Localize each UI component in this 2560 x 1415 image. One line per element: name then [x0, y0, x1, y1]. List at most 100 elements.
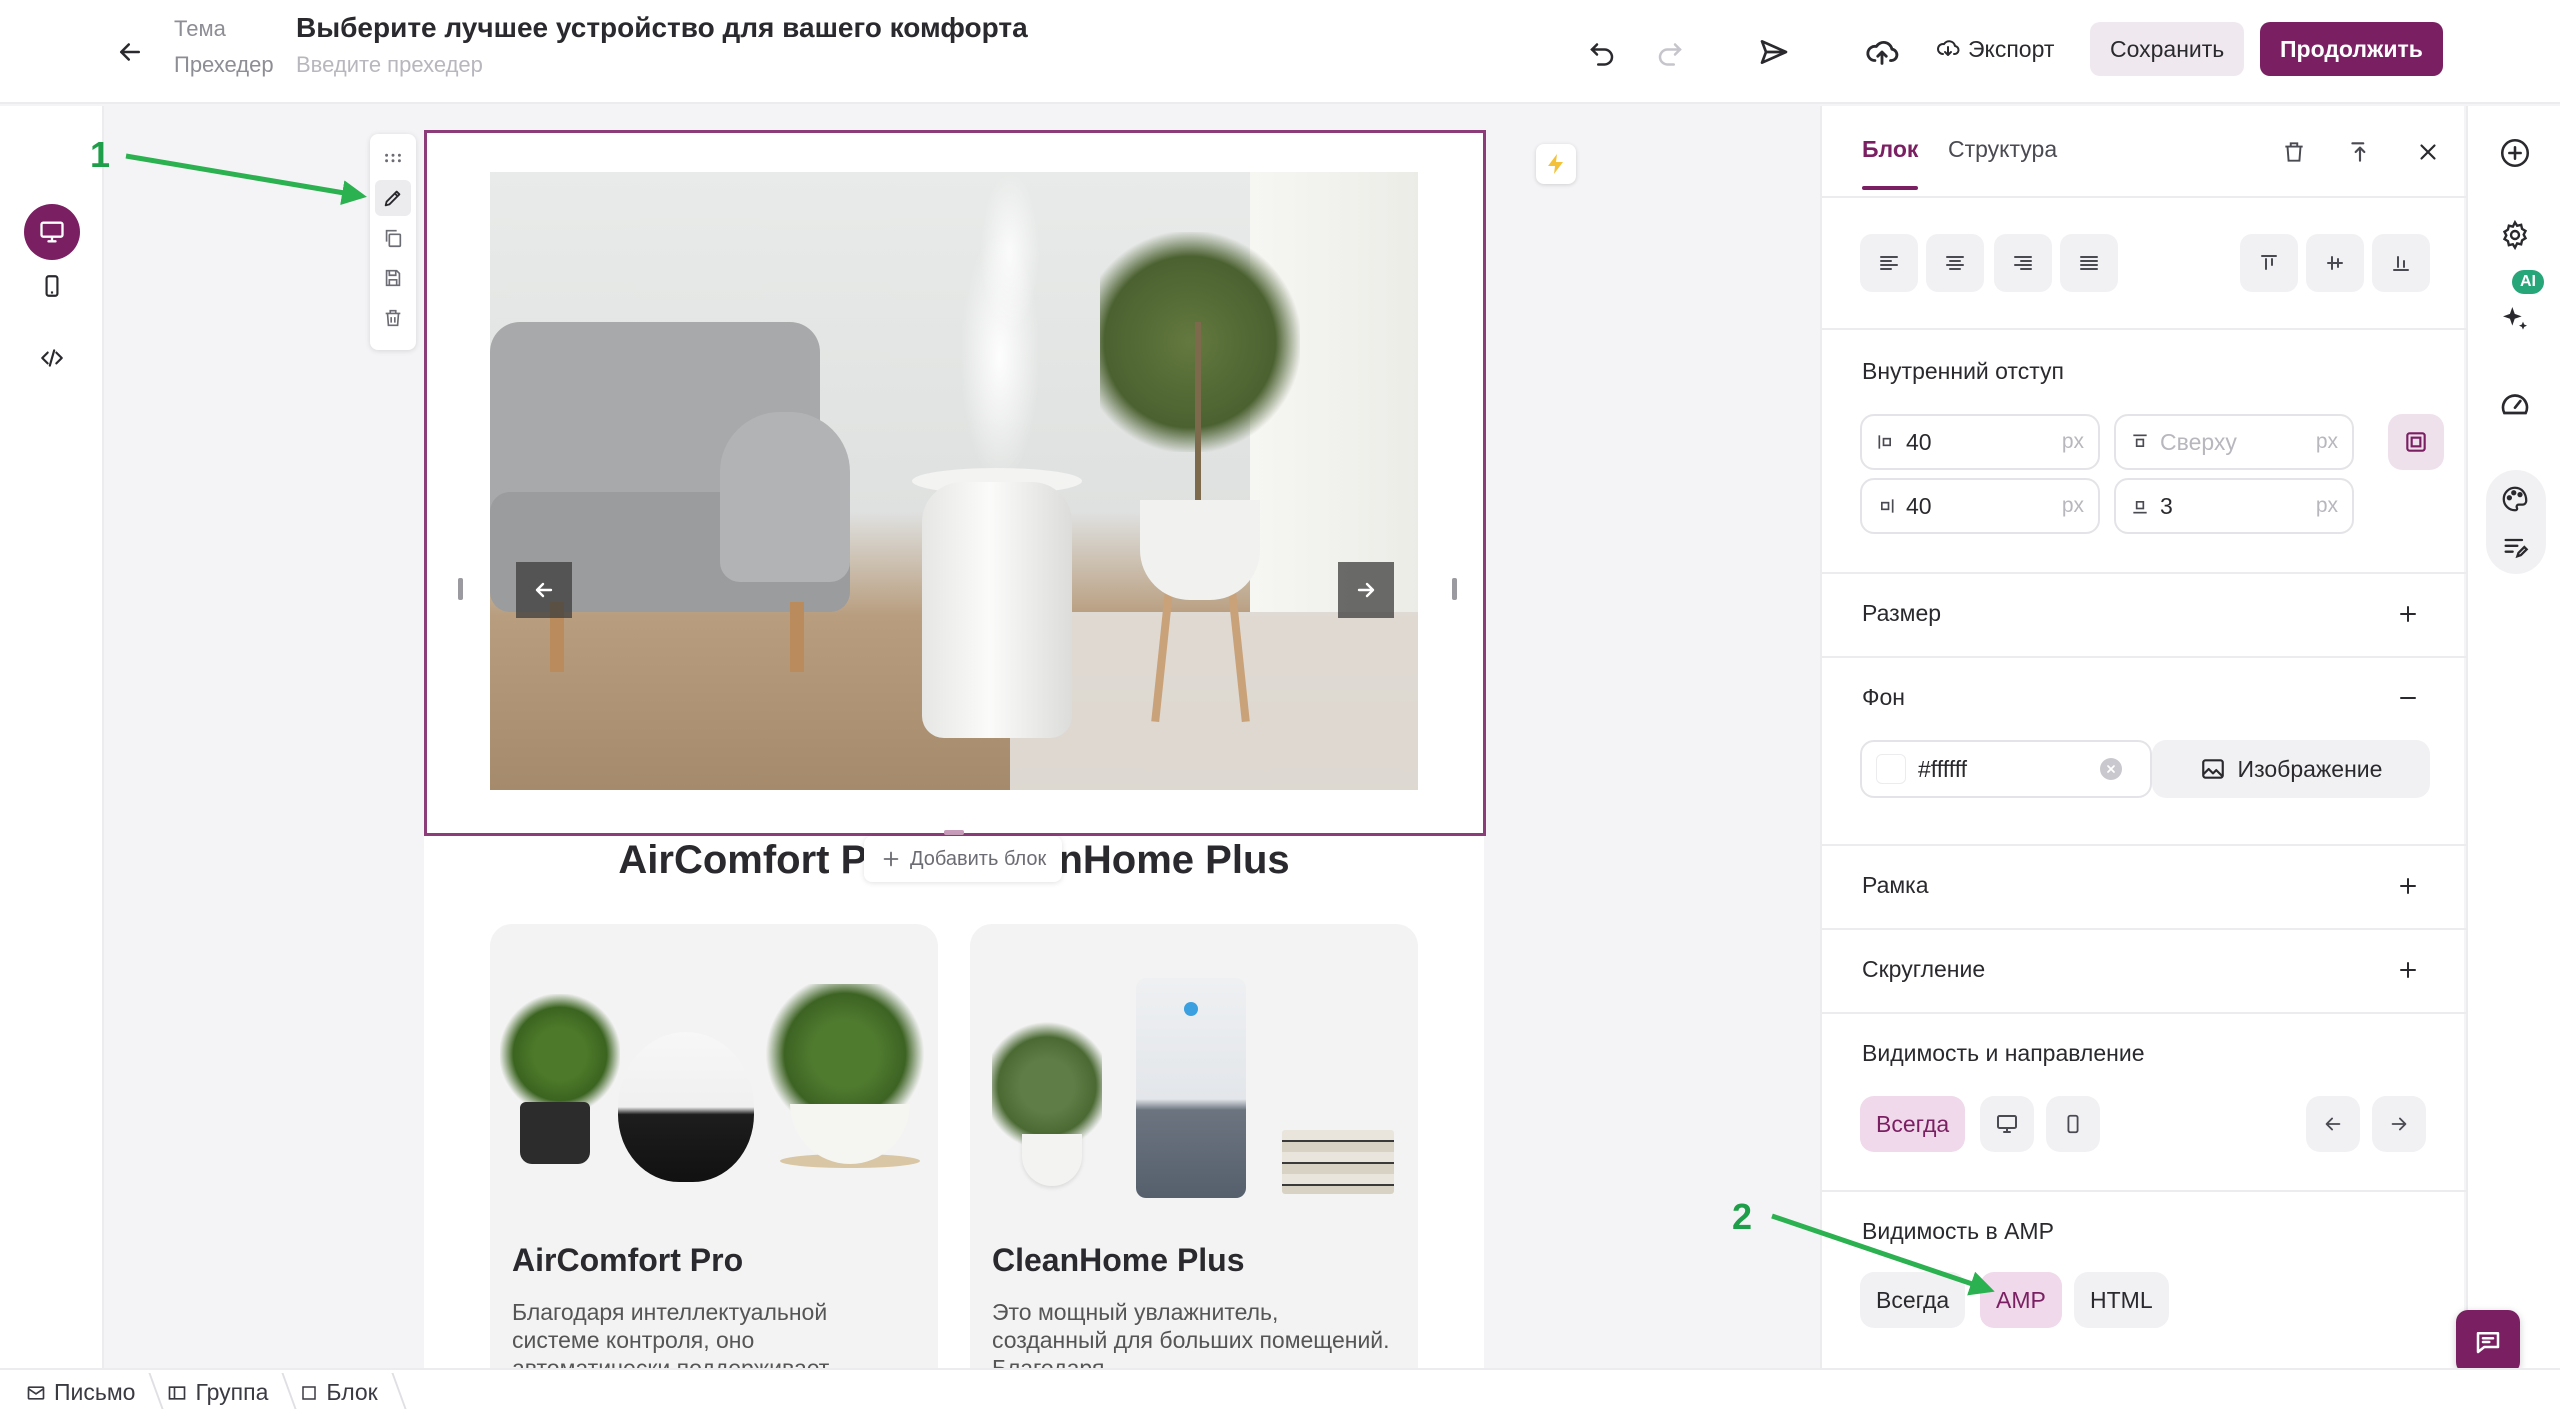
email-subject[interactable]: Выберите лучшее устройство для вашего ко… — [296, 12, 1028, 44]
size-label: Размер — [1862, 600, 1942, 626]
arrow-left-icon — [2325, 1117, 2341, 1131]
continue-button[interactable]: Продолжить — [2260, 22, 2443, 76]
palette-button[interactable] — [2492, 476, 2538, 522]
redo-button[interactable] — [1644, 26, 1696, 78]
right-rail: AI — [2466, 106, 2560, 1368]
visibility-always-button[interactable]: Всегда — [1860, 1096, 1966, 1152]
breadcrumb-item-block[interactable]: Блок — [294, 1379, 403, 1406]
card-humidifier — [618, 1032, 754, 1182]
resize-handle-bottom[interactable] — [944, 830, 964, 835]
background-color-field[interactable] — [1860, 740, 2152, 798]
breadcrumb-label: Группа — [195, 1379, 269, 1405]
image-label: Изображение — [2237, 755, 2383, 782]
product-card[interactable]: CleanHome Plus Это мощный увлажнитель, с… — [970, 924, 1418, 1368]
select-parent-button[interactable] — [2338, 130, 2382, 174]
product-description: Это мощный увлажнитель, созданный для бо… — [992, 1299, 1390, 1368]
mobile-view-button[interactable] — [24, 258, 80, 314]
desktop-view-button[interactable] — [24, 204, 80, 260]
left-rail — [0, 106, 104, 1368]
plus-icon — [883, 851, 899, 867]
direction-rtl-button[interactable] — [2372, 1096, 2426, 1152]
padding-left-field[interactable]: px — [1860, 414, 2100, 470]
border-expand-button[interactable] — [2388, 866, 2428, 906]
background-collapse-button[interactable] — [2388, 678, 2428, 718]
add-block-button[interactable]: Добавить блок — [864, 836, 1063, 882]
back-button[interactable] — [104, 26, 156, 78]
undo-icon — [1590, 43, 1614, 66]
cloud-download-icon — [1937, 40, 1960, 56]
align-right-button[interactable] — [1994, 234, 2052, 292]
copy-block-button[interactable] — [375, 220, 411, 256]
export-button[interactable]: Экспорт — [1920, 22, 2070, 76]
gear-icon — [2502, 219, 2528, 251]
valign-middle-button[interactable] — [2306, 234, 2364, 292]
valign-top-icon — [2261, 255, 2277, 270]
edit-block-button[interactable] — [375, 180, 411, 216]
save-block-button[interactable] — [375, 260, 411, 296]
product-card[interactable]: AirComfort Pro Благодаря интеллектуально… — [490, 924, 938, 1368]
visibility-desktop-button[interactable] — [1980, 1096, 2034, 1152]
preheader-input[interactable] — [296, 52, 896, 78]
text-styles-button[interactable] — [2492, 524, 2538, 570]
dynamic-content-button[interactable] — [1536, 144, 1576, 184]
undo-button[interactable] — [1576, 26, 1628, 78]
breadcrumb-item-group[interactable]: Группа — [161, 1379, 294, 1406]
settings-button[interactable] — [2492, 212, 2538, 258]
performance-button[interactable] — [2492, 382, 2538, 428]
amp-option-amp[interactable]: AMP — [1980, 1272, 2062, 1328]
size-expand-button[interactable] — [2388, 594, 2428, 634]
email-canvas[interactable]: AirComfort Pro vs CleanHome Plus Добавит… — [106, 106, 1820, 1368]
close-panel-button[interactable] — [2406, 130, 2450, 174]
upload-cloud-button[interactable] — [1856, 26, 1908, 78]
padding-left-input[interactable] — [1906, 428, 2016, 456]
add-element-button[interactable] — [2492, 130, 2538, 176]
padding-left-icon — [1878, 435, 1891, 449]
trash-icon — [2285, 142, 2303, 162]
gauge-icon — [2501, 394, 2529, 415]
padding-top-field[interactable]: px — [2114, 414, 2354, 470]
background-image-button[interactable]: Изображение — [2152, 740, 2430, 798]
padding-right-input[interactable] — [1906, 492, 2016, 520]
background-color-input[interactable] — [1918, 755, 2088, 783]
padding-bottom-input[interactable] — [2160, 492, 2270, 520]
chat-support-button[interactable] — [2456, 1310, 2520, 1374]
valign-bottom-icon — [2393, 256, 2409, 271]
visibility-mobile-button[interactable] — [2046, 1096, 2100, 1152]
delete-block-button[interactable] — [375, 300, 411, 336]
align-center-icon — [1946, 256, 1964, 270]
tab-block[interactable]: Блок — [1862, 136, 1919, 190]
background-label: Фон — [1862, 684, 1905, 710]
amp-visibility-label: Видимость в AMP — [1862, 1218, 2054, 1244]
plus-icon — [2400, 962, 2416, 978]
align-center-button[interactable] — [1926, 234, 1984, 292]
unit-label: px — [2315, 494, 2338, 517]
padding-all-sides-button[interactable] — [2388, 414, 2444, 470]
valign-top-button[interactable] — [2240, 234, 2298, 292]
palette-icon — [2502, 486, 2528, 512]
align-left-button[interactable] — [1860, 234, 1918, 292]
save-button[interactable]: Сохранить — [2090, 22, 2245, 76]
radius-expand-button[interactable] — [2388, 950, 2428, 990]
direction-ltr-button[interactable] — [2306, 1096, 2360, 1152]
valign-bottom-button[interactable] — [2372, 234, 2430, 292]
arrow-right-icon — [2391, 1117, 2407, 1131]
color-swatch[interactable] — [1876, 754, 1906, 784]
ai-assistant-button[interactable] — [2492, 296, 2538, 342]
padding-top-input[interactable] — [2160, 428, 2270, 456]
drag-handle[interactable] — [375, 140, 411, 176]
tab-structure[interactable]: Структура — [1948, 136, 2057, 163]
amp-option-html[interactable]: HTML — [2074, 1272, 2169, 1328]
settings-panel: Блок Структура Внутренний отступ px — [1820, 106, 2466, 1368]
padding-right-field[interactable]: px — [1860, 478, 2100, 534]
breadcrumb-item-email[interactable]: Письмо — [20, 1379, 161, 1406]
align-justify-button[interactable] — [2060, 234, 2118, 292]
desktop-icon — [1997, 1115, 2017, 1133]
send-test-button[interactable] — [1748, 26, 1800, 78]
padding-bottom-field[interactable]: px — [2114, 478, 2354, 534]
product-description: Благодаря интеллектуальной системе контр… — [512, 1299, 830, 1368]
align-justify-icon — [2080, 256, 2098, 270]
code-view-button[interactable] — [24, 330, 80, 386]
delete-button[interactable] — [2272, 130, 2316, 174]
clear-color-button[interactable] — [2100, 758, 2122, 780]
amp-option-always[interactable]: Всегда — [1860, 1272, 1966, 1328]
